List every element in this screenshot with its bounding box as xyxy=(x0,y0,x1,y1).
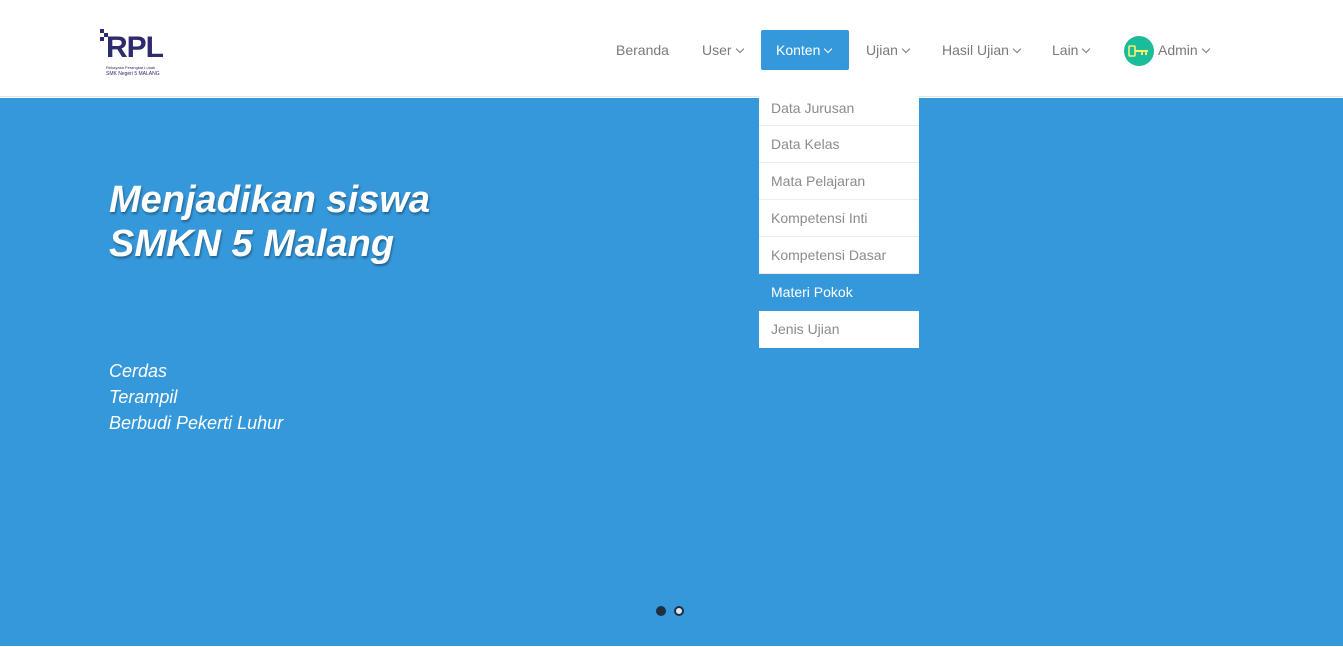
chevron-down-icon xyxy=(1201,44,1210,54)
hero-motto: Cerdas Terampil Berbudi Pekerti Luhur xyxy=(109,358,283,436)
nav-user[interactable]: User xyxy=(702,30,744,70)
nav-lain[interactable]: Lain xyxy=(1052,30,1091,70)
motto-line: Cerdas xyxy=(109,361,168,381)
logo-tagline: Rekayasa Perangkat Lunak xyxy=(106,65,156,70)
hero-title-line: Menjadikan siswa xyxy=(109,179,431,221)
menu-item-label: Jenis Ujian xyxy=(771,321,840,337)
hero-slider: Menjadikan siswa SMKN 5 Malang Cerdas Te… xyxy=(0,98,1343,646)
menu-item-data-kelas[interactable]: Data Kelas xyxy=(759,126,919,163)
menu-item-materi-pokok[interactable]: Materi Pokok xyxy=(759,274,919,311)
nav-user-label: User xyxy=(702,42,732,58)
hero-title-line: SMKN 5 Malang xyxy=(109,223,395,265)
menu-item-label: Kompetensi Dasar xyxy=(771,247,887,263)
page: RPL Rekayasa Perangkat Lunak SMK Negeri … xyxy=(0,0,1343,647)
nav-beranda[interactable]: Beranda xyxy=(616,30,669,70)
nav-beranda-label: Beranda xyxy=(616,42,669,58)
nav-konten-label: Konten xyxy=(776,42,821,58)
motto-line: Berbudi Pekerti Luhur xyxy=(109,413,284,433)
logo-text: RPL xyxy=(106,31,164,64)
nav-konten[interactable]: Konten xyxy=(761,30,849,70)
slide-indicator-2[interactable] xyxy=(674,606,684,616)
site-header: RPL Rekayasa Perangkat Lunak SMK Negeri … xyxy=(0,0,1343,97)
nav-ujian[interactable]: Ujian xyxy=(866,30,911,70)
menu-item-kompetensi-inti[interactable]: Kompetensi Inti xyxy=(759,200,919,237)
nav-hasil-ujian[interactable]: Hasil Ujian xyxy=(942,30,1022,70)
chevron-down-icon xyxy=(824,44,833,54)
chevron-down-icon xyxy=(1082,44,1091,54)
menu-item-label: Materi Pokok xyxy=(771,284,853,300)
chevron-down-icon xyxy=(1012,44,1022,54)
konten-dropdown-menu: Data Jurusan Data Kelas Mata Pelajaran K… xyxy=(759,90,919,348)
logo-school: SMK Negeri 5 MALANG xyxy=(106,71,160,77)
menu-item-label: Mata Pelajaran xyxy=(771,173,866,189)
menu-item-label: Data Jurusan xyxy=(771,100,855,116)
nav-lain-label: Lain xyxy=(1052,42,1079,58)
menu-item-label: Data Kelas xyxy=(771,136,840,152)
menu-item-label: Kompetensi Inti xyxy=(771,210,868,226)
nav-admin[interactable]: Admin xyxy=(1158,30,1210,70)
menu-item-kompetensi-dasar[interactable]: Kompetensi Dasar xyxy=(759,237,919,274)
motto-line: Terampil xyxy=(109,387,178,407)
user-avatar[interactable] xyxy=(1124,36,1154,66)
site-logo[interactable]: RPL Rekayasa Perangkat Lunak SMK Negeri … xyxy=(100,29,164,79)
menu-item-mata-pelajaran[interactable]: Mata Pelajaran xyxy=(759,163,919,200)
menu-item-data-jurusan[interactable]: Data Jurusan xyxy=(759,90,919,126)
nav-ujian-label: Ujian xyxy=(866,42,898,58)
logo-pixel xyxy=(100,37,104,41)
chevron-down-icon xyxy=(901,44,911,54)
nav-hasil-ujian-label: Hasil Ujian xyxy=(942,42,1009,58)
hero-title: Menjadikan siswa SMKN 5 Malang xyxy=(109,178,430,266)
slide-indicator-1[interactable] xyxy=(656,606,666,616)
key-icon xyxy=(1128,45,1148,57)
nav-admin-label: Admin xyxy=(1158,42,1198,58)
menu-item-jenis-ujian[interactable]: Jenis Ujian xyxy=(759,311,919,348)
chevron-down-icon xyxy=(735,44,744,54)
